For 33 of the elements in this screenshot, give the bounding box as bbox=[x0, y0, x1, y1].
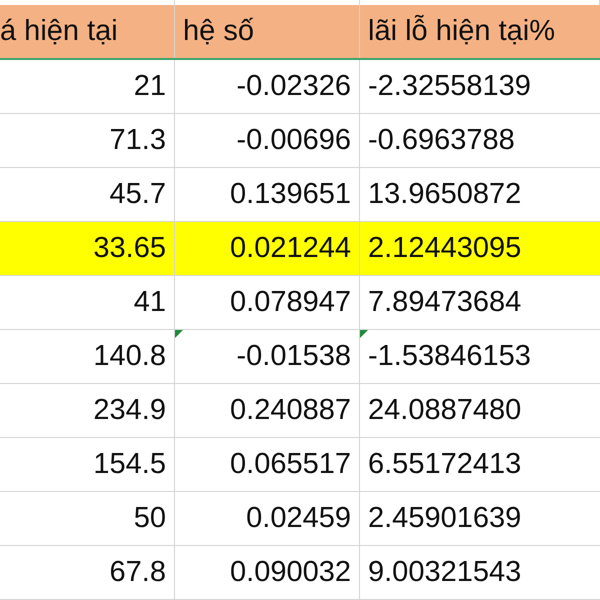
table-cell: 0.02459 bbox=[175, 492, 360, 545]
table-cell: -1.53846153 bbox=[360, 330, 600, 383]
table-cell: 67.8 bbox=[0, 546, 175, 599]
table-cell: 140.8 bbox=[0, 330, 175, 383]
table-cell-text: 24.0887480 bbox=[367, 393, 522, 428]
table-cell-text: 2.45901639 bbox=[367, 501, 522, 536]
table-cell-text: 2.12443095 bbox=[367, 231, 522, 266]
table-cell: 154.5 bbox=[0, 438, 175, 491]
table-cell: -0.00696 bbox=[175, 114, 360, 167]
table-cell: 0.240887 bbox=[175, 384, 360, 437]
table-cell-text: 9.00321543 bbox=[367, 555, 522, 590]
table-cell-text: -2.32558139 bbox=[367, 69, 532, 104]
table-cell: 0.021244 bbox=[175, 222, 360, 275]
table-cell-text: 13.9650872 bbox=[367, 177, 522, 212]
table-cell: 234.9 bbox=[0, 384, 175, 437]
column-header[interactable]: á hiện tại bbox=[0, 5, 175, 58]
table-cell: 45.7 bbox=[0, 168, 175, 221]
table-cell: -0.02326 bbox=[175, 60, 360, 113]
column-header[interactable]: hệ số bbox=[175, 5, 360, 58]
table-cell: 21 bbox=[0, 60, 175, 113]
column-header[interactable]: lãi lỗ hiện tại% bbox=[360, 5, 600, 58]
table-cell: 41 bbox=[0, 276, 175, 329]
table-cell: -0.01538 bbox=[175, 330, 360, 383]
table-cell: 0.065517 bbox=[175, 438, 360, 491]
table-cell: 0.139651 bbox=[175, 168, 360, 221]
table-cell: 33.65 bbox=[0, 222, 175, 275]
table-cell: 0.090032 bbox=[175, 546, 360, 599]
table-cell-text: 6.55172413 bbox=[367, 447, 522, 482]
table-cell-text: 7.89473684 bbox=[367, 285, 522, 320]
table-cell-text: -0.6963788 bbox=[367, 123, 516, 158]
table-cell: 71.3 bbox=[0, 114, 175, 167]
table-cell: 50 bbox=[0, 492, 175, 545]
table-cell: 0.078947 bbox=[175, 276, 360, 329]
